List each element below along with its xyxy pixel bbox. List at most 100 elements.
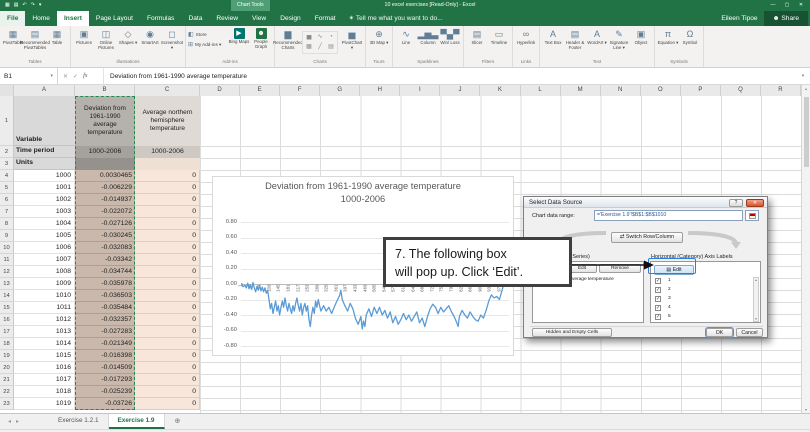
column-header-i[interactable]: I (400, 85, 441, 96)
cell-c17[interactable]: 0 (135, 326, 200, 338)
cell-b8[interactable]: -0.027126 (75, 218, 135, 230)
table-button[interactable]: ▦ Table (46, 28, 68, 45)
axis-item-checkbox[interactable]: ✓ (655, 305, 661, 311)
range-picker-button[interactable] (745, 210, 759, 221)
cell-b19[interactable]: -0.016398 (75, 350, 135, 362)
column-header-m[interactable]: M (560, 85, 601, 96)
chart-type-icon[interactable]: ◔ (326, 33, 336, 42)
cell-a7[interactable]: 1003 (14, 206, 75, 218)
chart-type-icon[interactable]: ∿ (315, 33, 325, 42)
cell-b7[interactable]: -0.022072 (75, 206, 135, 218)
cell-b23[interactable]: -0.03726 (75, 398, 135, 410)
cell-a13[interactable]: 1009 (14, 278, 75, 290)
row-header-16[interactable]: 16 (0, 314, 14, 326)
tab-file[interactable]: File (0, 11, 26, 26)
scroll-down-icon[interactable]: ▾ (802, 407, 810, 412)
row-header-5[interactable]: 5 (0, 182, 14, 194)
screenshot-button[interactable]: ◻ Screenshot ▾ (161, 28, 183, 50)
row-header-11[interactable]: 11 (0, 254, 14, 266)
row-header-19[interactable]: 19 (0, 350, 14, 362)
sheet-tab-exercise-1-2-1[interactable]: Exercise 1.2.1 (49, 414, 109, 429)
chart-type-icon[interactable]: ▅ (304, 33, 314, 42)
share-button[interactable]: ☻ Share (763, 11, 808, 26)
tab-design[interactable]: Design (273, 11, 308, 26)
cell-b17[interactable]: -0.027283 (75, 326, 135, 338)
cell-c4[interactable]: 0 (135, 170, 200, 182)
row-header-22[interactable]: 22 (0, 386, 14, 398)
cell-a22[interactable]: 1018 (14, 386, 75, 398)
cell-a2[interactable]: Time period (14, 146, 75, 158)
3d-map-button[interactable]: ⊕ 3D Map ▾ (368, 28, 390, 45)
select-all-corner[interactable] (0, 85, 14, 96)
row-header-13[interactable]: 13 (0, 278, 14, 290)
name-box[interactable]: B1 ▾ (0, 68, 58, 84)
cell-a1[interactable]: Variable (14, 96, 75, 146)
recommended-pivottables-button[interactable]: ▤ Recommended PivotTables (20, 28, 50, 50)
cancel-button[interactable]: Cancel (736, 328, 763, 337)
row-header-2[interactable]: 2 (0, 146, 14, 158)
cell-c6[interactable]: 0 (135, 194, 200, 206)
line-button[interactable]: ∿ Line (395, 28, 417, 45)
vertical-scrollbar[interactable]: ▴ ▾ (801, 85, 810, 413)
ok-button[interactable]: OK (706, 328, 733, 337)
cell-a21[interactable]: 1017 (14, 374, 75, 386)
row-header-17[interactable]: 17 (0, 326, 14, 338)
tab-formulas[interactable]: Formulas (140, 11, 181, 26)
cell-b6[interactable]: -0.014937 (75, 194, 135, 206)
cell-b9[interactable]: -0.030245 (75, 230, 135, 242)
cell-a23[interactable]: 1019 (14, 398, 75, 410)
cell-a18[interactable]: 1014 (14, 338, 75, 350)
cell-c18[interactable]: 0 (135, 338, 200, 350)
sheet-tab-exercise-1-9[interactable]: Exercise 1.9 (108, 414, 165, 429)
cell-a16[interactable]: 1012 (14, 314, 75, 326)
sheet-nav-next-icon[interactable]: ▸ (16, 418, 19, 425)
object-button[interactable]: ▣ Object (630, 28, 652, 45)
cell-a17[interactable]: 1013 (14, 326, 75, 338)
signature-line-button[interactable]: ✎ Signature Line ▾ (608, 28, 630, 50)
cell-c12[interactable]: 0 (135, 266, 200, 278)
row-header-21[interactable]: 21 (0, 374, 14, 386)
cell-b1[interactable]: Deviation from 1961-1990 average tempera… (75, 96, 135, 146)
customize-qat-icon[interactable]: ▾ (39, 0, 42, 11)
hyperlink-button[interactable]: ∞ Hyperlink (515, 28, 537, 45)
cell-c21[interactable]: 0 (135, 374, 200, 386)
shapes-button[interactable]: ◇ Shapes ▾ (117, 28, 139, 45)
cell-c22[interactable]: 0 (135, 386, 200, 398)
axis-item-checkbox[interactable]: ✓ (655, 278, 661, 284)
my-add-ins-button[interactable]: ⊞ My Add-ins ▾ (188, 40, 228, 49)
row-header-9[interactable]: 9 (0, 230, 14, 242)
axis-item-checkbox[interactable]: ✓ (655, 296, 661, 302)
quick-access-toolbar[interactable]: ▦ ▤ ↶ ↷ ▾ (0, 0, 41, 11)
cell-b14[interactable]: -0.036503 (75, 290, 135, 302)
column-header-f[interactable]: F (280, 85, 321, 96)
column-header-e[interactable]: E (240, 85, 281, 96)
cell-a4[interactable]: 1000 (14, 170, 75, 182)
cell-b11[interactable]: -0.03342 (75, 254, 135, 266)
cell-a12[interactable]: 1008 (14, 266, 75, 278)
cell-c14[interactable]: 0 (135, 290, 200, 302)
tab-view[interactable]: View (245, 11, 273, 26)
cell-a14[interactable]: 1010 (14, 290, 75, 302)
cell-a8[interactable]: 1004 (14, 218, 75, 230)
column-header-j[interactable]: J (440, 85, 481, 96)
recommended-charts-button[interactable]: ▆ Recommended Charts (273, 28, 303, 50)
row-header-7[interactable]: 7 (0, 206, 14, 218)
cell-a6[interactable]: 1002 (14, 194, 75, 206)
chart-type-icon[interactable]: ▦ (304, 43, 314, 52)
cell-c16[interactable]: 0 (135, 314, 200, 326)
column-header-b[interactable]: B (75, 85, 135, 96)
header-footer-button[interactable]: ▤ Header & Footer (564, 28, 586, 50)
scroll-up-icon[interactable]: ▴ (802, 86, 810, 91)
row-header-14[interactable]: 14 (0, 290, 14, 302)
column-header-c[interactable]: C (135, 85, 200, 96)
enter-entry-icon[interactable]: ✓ (73, 73, 78, 80)
dialog-close-icon[interactable]: ✕ (746, 198, 764, 207)
cell-c19[interactable]: 0 (135, 350, 200, 362)
row-header-8[interactable]: 8 (0, 218, 14, 230)
column-header-q[interactable]: Q (720, 85, 761, 96)
formula-input[interactable]: Deviation from 1961-1990 average tempera… (104, 68, 796, 84)
chart-type-gallery[interactable]: ▅ ∿ ◔ ▦ ╱ ▤ (302, 31, 338, 54)
cell-c9[interactable]: 0 (135, 230, 200, 242)
cell-b3[interactable] (75, 158, 135, 170)
symbol-button[interactable]: Ω Symbol (679, 28, 701, 45)
